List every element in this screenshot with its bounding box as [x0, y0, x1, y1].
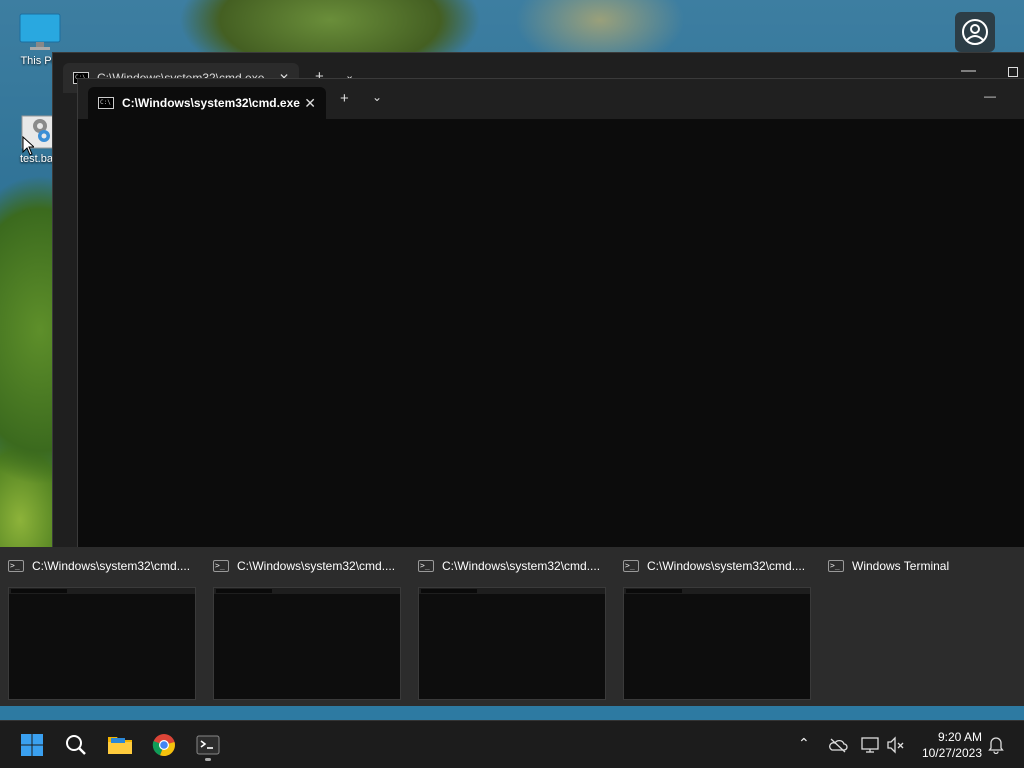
- mouse-cursor-icon: [22, 136, 34, 156]
- window-thumbnail: [213, 587, 401, 700]
- window-thumbnail: [8, 587, 196, 700]
- running-indicator: [205, 758, 211, 761]
- tab-title: C:\Windows\system32\cmd.exe: [122, 96, 300, 110]
- chrome-button[interactable]: [148, 729, 180, 761]
- user-avatar-icon: [962, 19, 988, 45]
- file-explorer-button[interactable]: [104, 729, 136, 761]
- switcher-item[interactable]: >_ C:\Windows\system32\cmd....: [205, 547, 405, 706]
- maximize-button[interactable]: [1008, 67, 1018, 77]
- search-icon: [66, 735, 86, 755]
- switcher-item-title: C:\Windows\system32\cmd....: [442, 559, 601, 573]
- terminal-icon: >_: [213, 560, 229, 572]
- notification-bell-icon[interactable]: [988, 736, 1004, 754]
- window-thumbnail: [418, 587, 606, 700]
- clock-date: 10/27/2023: [921, 746, 982, 760]
- task-switcher: >_ C:\Windows\system32\cmd.... >_ C:\Win…: [0, 547, 1024, 706]
- clock[interactable]: 9:20 AM 10/27/2023: [922, 729, 982, 761]
- tab-cmd-active[interactable]: C:\ C:\Windows\system32\cmd.exe ✕: [88, 87, 326, 119]
- new-tab-button[interactable]: +: [340, 91, 349, 106]
- chevron-up-icon[interactable]: ⌃: [798, 735, 810, 752]
- switcher-item[interactable]: >_ C:\Windows\system32\cmd....: [410, 547, 610, 706]
- minimize-button[interactable]: —: [984, 89, 996, 104]
- switcher-item[interactable]: >_ C:\Windows\system32\cmd....: [615, 547, 815, 706]
- minimize-button[interactable]: —: [961, 63, 976, 78]
- user-account-button[interactable]: [955, 12, 995, 52]
- volume-muted-icon[interactable]: [886, 736, 906, 754]
- close-icon[interactable]: ✕: [304, 95, 316, 112]
- terminal-content-area[interactable]: [78, 119, 1024, 557]
- start-button[interactable]: [16, 729, 48, 761]
- terminal-icon: >_: [8, 560, 24, 572]
- terminal-icon: [196, 735, 220, 755]
- switcher-item[interactable]: >_ C:\Windows\system32\cmd....: [0, 547, 200, 706]
- tab-dropdown-chevron-icon[interactable]: ⌄: [372, 90, 382, 105]
- switcher-item-title: C:\Windows\system32\cmd....: [237, 559, 396, 573]
- switcher-item-title: Windows Terminal: [852, 559, 950, 573]
- clock-time: 9:20 AM: [937, 730, 982, 744]
- onedrive-icon[interactable]: [828, 737, 848, 753]
- window-thumbnail: [623, 587, 811, 700]
- switcher-item-title: C:\Windows\system32\cmd....: [647, 559, 806, 573]
- chrome-icon: [152, 734, 175, 757]
- folder-icon: [108, 737, 132, 754]
- monitor-icon: [19, 13, 61, 50]
- windows-logo-icon: [21, 734, 43, 756]
- switcher-item-title: C:\Windows\system32\cmd....: [32, 559, 191, 573]
- network-icon[interactable]: [860, 736, 880, 754]
- switcher-item-windows-terminal[interactable]: >_ Windows Terminal: [820, 547, 1020, 706]
- terminal-icon: >_: [623, 560, 639, 572]
- title-bar: C:\ C:\Windows\system32\cmd.exe ✕ + ⌄ —: [78, 79, 1024, 119]
- search-button[interactable]: [60, 729, 92, 761]
- terminal-icon: >_: [418, 560, 434, 572]
- terminal-icon: >_: [828, 560, 844, 572]
- cmd-icon: C:\: [98, 97, 114, 109]
- taskbar: ⌃ 9:20 AM 10/27/2023: [0, 720, 1024, 768]
- windows-terminal-button[interactable]: [192, 729, 224, 761]
- terminal-window-foreground[interactable]: C:\ C:\Windows\system32\cmd.exe ✕ + ⌄ —: [77, 78, 1024, 558]
